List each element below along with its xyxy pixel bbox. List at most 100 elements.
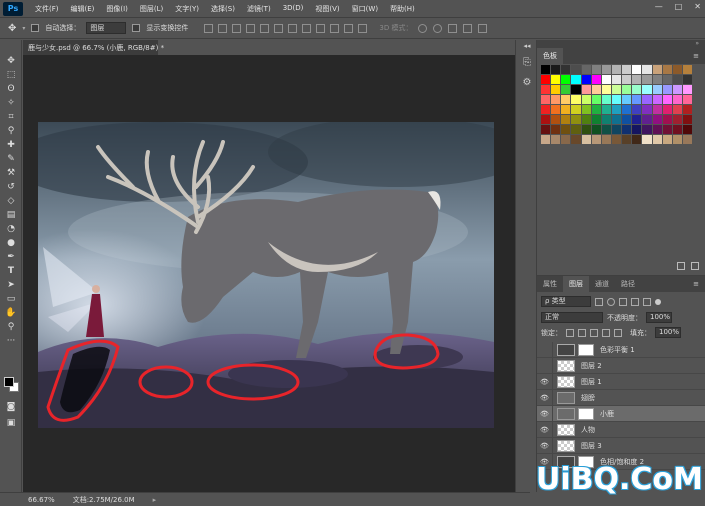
color-swatch[interactable] — [571, 85, 582, 95]
eye-icon[interactable]: 👁 — [537, 373, 553, 390]
color-swatch[interactable] — [611, 75, 623, 85]
color-swatch[interactable] — [662, 65, 673, 75]
color-swatch[interactable] — [581, 115, 592, 125]
menu-item[interactable]: 编辑(E) — [65, 4, 101, 14]
filter-smart-icon[interactable] — [643, 297, 651, 306]
color-swatch[interactable] — [662, 75, 673, 85]
layers-panel-menu-icon[interactable]: ≡ — [693, 280, 705, 288]
lock-position-icon[interactable] — [590, 328, 598, 337]
layer-filter-dropdown[interactable]: ρ 类型 — [541, 296, 591, 307]
filter-type-icon[interactable] — [619, 297, 627, 306]
minimize-button[interactable]: — — [655, 2, 663, 11]
color-swatch[interactable] — [622, 105, 633, 115]
color-swatch[interactable] — [601, 115, 612, 125]
blur-tool-icon[interactable]: ◔ — [0, 222, 22, 236]
filter-toggle-icon[interactable] — [655, 298, 661, 305]
align-left-icon[interactable] — [246, 23, 256, 33]
lock-transparent-icon[interactable] — [566, 328, 574, 337]
blend-mode-dropdown[interactable]: 正常 — [541, 312, 603, 323]
color-swatch[interactable] — [551, 95, 562, 105]
color-swatch[interactable] — [682, 125, 694, 135]
color-swatch[interactable] — [601, 75, 612, 85]
menu-item[interactable]: 图层(L) — [134, 4, 169, 14]
color-swatch[interactable] — [622, 125, 633, 135]
align-bottom-icon[interactable] — [232, 23, 242, 33]
dodge-tool-icon[interactable]: ● — [0, 236, 22, 250]
color-swatch[interactable] — [561, 95, 572, 105]
type-tool-icon[interactable]: T — [0, 264, 22, 278]
color-swatch[interactable] — [541, 115, 552, 125]
color-swatch[interactable] — [591, 65, 602, 75]
color-swatch[interactable] — [642, 75, 653, 85]
history-brush-tool-icon[interactable]: ↺ — [0, 180, 22, 194]
layer-row[interactable]: 👁 人物 — [537, 421, 705, 438]
tab-layers-panel[interactable]: 图层 — [563, 276, 589, 292]
color-swatch[interactable] — [682, 115, 694, 125]
color-swatch[interactable] — [611, 65, 623, 75]
crop-tool-icon[interactable]: ⌗ — [0, 110, 22, 124]
eye-icon[interactable] — [537, 357, 553, 374]
color-swatch[interactable] — [591, 105, 602, 115]
drag-3d-icon[interactable] — [448, 23, 458, 33]
color-swatch[interactable] — [662, 95, 673, 105]
color-swatch[interactable] — [551, 115, 562, 125]
delete-swatch-icon[interactable] — [691, 262, 699, 270]
color-swatch[interactable] — [632, 105, 643, 115]
move-tool-icon[interactable]: ✥ — [8, 23, 16, 34]
new-swatch-icon[interactable] — [677, 262, 685, 270]
path-selection-tool-icon[interactable]: ➤ — [0, 278, 22, 292]
align-hcenter-icon[interactable] — [260, 23, 270, 33]
align-vcenter-icon[interactable] — [218, 23, 228, 33]
color-swatch[interactable] — [611, 115, 623, 125]
color-swatch[interactable] — [581, 105, 592, 115]
zoom-tool-icon[interactable]: ⚲ — [0, 320, 22, 334]
color-swatch[interactable] — [591, 95, 602, 105]
lock-artboard-icon[interactable] — [602, 328, 610, 337]
color-swatch[interactable] — [591, 115, 602, 125]
align-right-icon[interactable] — [274, 23, 284, 33]
lasso-tool-icon[interactable]: ʘ — [0, 82, 22, 96]
color-swatch[interactable] — [581, 85, 592, 95]
filter-pixel-icon[interactable] — [595, 297, 603, 306]
color-swatch[interactable] — [591, 135, 602, 145]
color-swatch[interactable] — [541, 85, 552, 95]
hand-tool-icon[interactable]: ✋ — [0, 306, 22, 320]
color-swatch[interactable] — [581, 135, 592, 145]
color-swatch[interactable] — [611, 95, 623, 105]
gradient-tool-icon[interactable]: ▤ — [0, 208, 22, 222]
color-swatch[interactable] — [642, 85, 653, 95]
color-swatch[interactable] — [642, 95, 653, 105]
history-icon[interactable]: ⎘ — [516, 52, 538, 72]
color-swatch[interactable] — [662, 135, 673, 145]
color-swatch[interactable] — [662, 105, 673, 115]
actions-icon[interactable]: ⚙ — [516, 72, 538, 92]
color-swatch[interactable] — [561, 105, 572, 115]
color-swatch[interactable] — [632, 135, 643, 145]
quick-mask-icon[interactable]: ◙ — [0, 400, 22, 414]
menu-item[interactable]: 帮助(H) — [384, 4, 421, 14]
tab-layers-panel[interactable]: 路径 — [615, 276, 641, 292]
color-swatch[interactable] — [642, 125, 653, 135]
roll-3d-icon[interactable] — [433, 23, 443, 33]
color-swatch[interactable] — [622, 115, 633, 125]
color-swatch[interactable] — [611, 125, 623, 135]
color-swatch[interactable] — [632, 95, 643, 105]
pen-tool-icon[interactable]: ✒ — [0, 250, 22, 264]
color-swatch[interactable] — [561, 125, 572, 135]
eye-icon[interactable] — [537, 341, 553, 358]
color-swatch[interactable] — [632, 75, 643, 85]
color-swatch[interactable] — [682, 105, 694, 115]
color-swatch[interactable] — [571, 75, 582, 85]
eyedropper-tool-icon[interactable]: ⚲ — [0, 124, 22, 138]
color-swatch[interactable] — [682, 75, 694, 85]
color-swatch[interactable] — [581, 75, 592, 85]
color-swatch[interactable] — [541, 125, 552, 135]
color-swatch[interactable] — [672, 65, 683, 75]
color-swatch[interactable] — [652, 135, 663, 145]
color-swatch[interactable] — [581, 125, 592, 135]
color-swatch[interactable] — [632, 115, 643, 125]
color-swatch[interactable] — [601, 105, 612, 115]
lock-all-icon[interactable] — [614, 328, 622, 337]
layer-mask-thumbnail[interactable] — [578, 407, 594, 420]
color-swatch[interactable] — [672, 95, 683, 105]
